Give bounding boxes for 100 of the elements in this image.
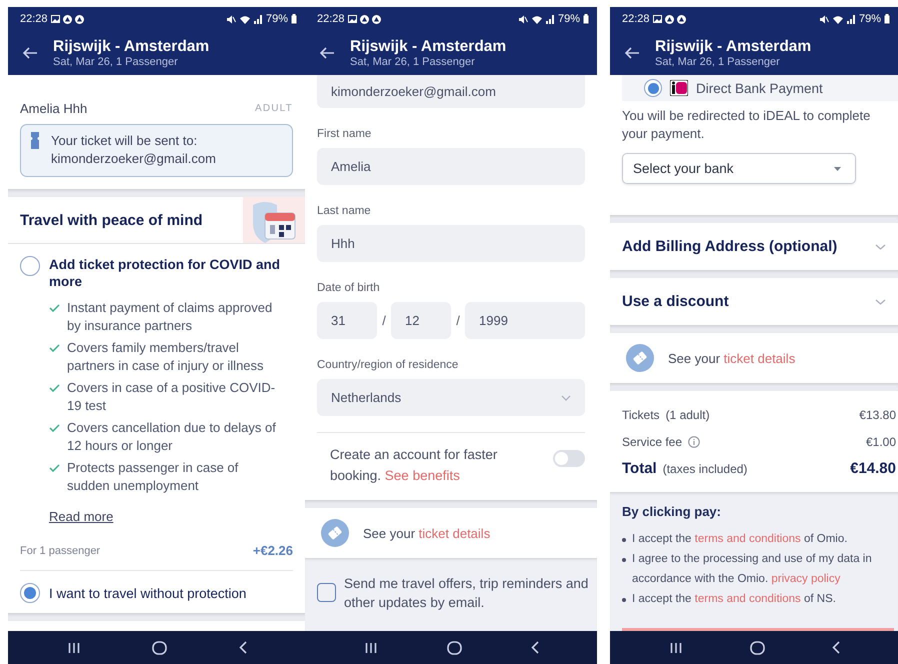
radio-button[interactable] — [644, 79, 662, 97]
option-label: I want to travel without protection — [49, 584, 246, 602]
wifi-icon — [832, 14, 844, 24]
check-icon — [49, 464, 60, 472]
radio-button[interactable] — [20, 583, 40, 603]
home-icon[interactable] — [750, 640, 764, 654]
recent-apps-icon[interactable] — [670, 642, 682, 654]
status-time: 22:28 — [20, 13, 48, 25]
benefit-text: Covers cancellation due to delays of 12 hours or longer — [67, 419, 277, 455]
check-icon — [49, 304, 60, 312]
signal-icon — [546, 14, 555, 24]
field-label: Last name — [317, 204, 372, 218]
back-arrow-icon[interactable] — [624, 47, 640, 59]
back-arrow-icon[interactable] — [319, 47, 335, 59]
date-field[interactable]: 1999 — [465, 302, 585, 339]
gallery-icon — [348, 15, 357, 23]
ticket-details-text: See your ticket details — [363, 526, 490, 540]
protection-price: +€2.26 — [252, 543, 293, 558]
back-icon[interactable] — [832, 641, 840, 654]
field-label: Date of birth — [317, 281, 381, 295]
home-icon[interactable] — [152, 640, 167, 654]
summary-amount: €13.80 — [859, 408, 896, 422]
account-text: Create an account for faster booking. See benefits — [329, 446, 498, 485]
wifi-icon — [238, 14, 251, 24]
payment-method-label: Direct Bank Payment — [696, 80, 823, 96]
caret-down-icon — [834, 166, 841, 170]
summary-note: (taxes included) — [662, 462, 748, 476]
back-icon[interactable] — [239, 641, 247, 654]
date-field[interactable]: 12 — [391, 302, 451, 339]
mute-icon — [226, 14, 236, 24]
mute-icon — [818, 14, 829, 24]
date-separator: / — [381, 313, 387, 328]
battery-icon — [884, 14, 890, 24]
home-icon[interactable] — [446, 640, 462, 654]
app-badge-icon — [664, 14, 674, 24]
app-badge-icon — [360, 14, 369, 24]
status-time: 22:28 — [622, 13, 650, 25]
recent-apps-icon[interactable] — [68, 642, 80, 654]
route-title: Rijswijk - Amsterdam — [655, 38, 812, 56]
passenger-type: ADULT — [254, 103, 293, 114]
ticket-icon — [31, 132, 39, 149]
terms-text: I accept the terms and conditions of NS. — [632, 592, 836, 607]
option-label: Add ticket protection for COVID and more — [49, 256, 282, 290]
payment-note: You will be redirected to iDEAL to complete your payment. — [621, 107, 872, 143]
field-label: Country/region of residence — [317, 358, 460, 372]
email-field[interactable]: kimonderzoeker@gmail.com — [317, 75, 585, 108]
battery-icon — [583, 14, 589, 24]
ticket-icon — [626, 344, 654, 372]
back-icon[interactable] — [531, 641, 539, 654]
summary-amount: €1.00 — [866, 434, 896, 448]
app-badge-icon — [676, 14, 686, 24]
battery-level: 79% — [266, 13, 288, 25]
signal-icon — [846, 14, 856, 24]
collapsible-section[interactable]: Add Billing Address (optional) — [610, 223, 898, 270]
newsletter-label: Send me travel offers, trip reminders and other updates by email. — [344, 575, 590, 612]
wifi-icon — [530, 14, 543, 24]
check-icon — [49, 344, 60, 352]
total-label: Total — [622, 460, 657, 477]
summary-label: Service fee — [622, 434, 682, 448]
benefit-text: Covers in case of a positive COVID-19 test — [67, 379, 276, 415]
check-icon — [49, 384, 60, 392]
notice-email: kimonderzoeker@gmail.com — [51, 150, 216, 168]
terms-title: By clicking pay: — [622, 504, 722, 519]
route-title: Rijswijk - Amsterdam — [53, 38, 210, 56]
date-separator: / — [455, 313, 461, 328]
read-more-link[interactable]: Read more — [49, 509, 114, 524]
collapsible-section[interactable]: Use a discount — [610, 278, 898, 325]
gallery-icon — [652, 15, 662, 23]
trip-summary: Sat, Mar 26, 1 Passenger — [53, 56, 179, 68]
benefit-text: Covers family members/travel partners in case of injury or illness — [67, 339, 265, 375]
info-icon — [688, 436, 700, 448]
battery-level: 79% — [858, 13, 881, 25]
bank-select[interactable]: Select your bank — [622, 153, 856, 184]
bank-logo-icon — [670, 80, 688, 96]
date-field[interactable]: 31 — [317, 302, 377, 339]
text-field[interactable]: Hhh — [317, 225, 585, 262]
recent-apps-icon[interactable] — [365, 642, 377, 654]
payment-method-row[interactable]: Direct Bank Payment — [622, 75, 898, 101]
status-time: 22:28 — [317, 13, 345, 25]
battery-icon — [291, 14, 297, 24]
account-toggle[interactable] — [553, 450, 585, 467]
ticket-details-text: See your ticket details — [668, 350, 796, 366]
signal-icon — [254, 14, 263, 24]
benefit-text: Protects passenger in case of sudden unemployment — [67, 459, 240, 495]
text-field[interactable]: Amelia — [317, 148, 585, 185]
country-select[interactable]: Netherlands — [317, 379, 585, 416]
section-title: Travel with peace of mind — [20, 212, 203, 228]
back-arrow-icon[interactable] — [22, 47, 38, 59]
field-label: First name — [317, 127, 372, 141]
radio-button[interactable] — [20, 256, 40, 276]
newsletter-checkbox[interactable] — [317, 583, 336, 602]
terms-text: I accept the terms and conditions of Omio. — [632, 532, 848, 547]
summary-label: Tickets — [622, 408, 660, 422]
ticket-icon — [321, 519, 349, 547]
chevron-down-icon — [561, 394, 571, 400]
bullet-icon — [622, 538, 626, 542]
check-icon — [49, 424, 60, 432]
bullet-icon — [622, 558, 626, 562]
app-badge-icon — [74, 14, 84, 24]
summary-note: (1 adult) — [666, 408, 710, 422]
